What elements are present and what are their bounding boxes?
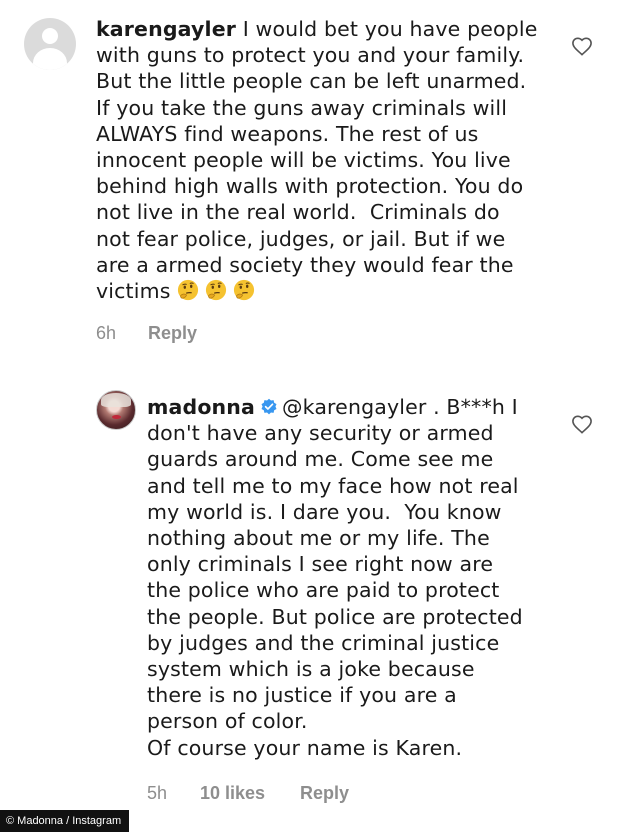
comment-time: 6h xyxy=(96,323,117,343)
comment-line: with guns to protect you and your family… xyxy=(96,43,525,68)
heart-outline-icon[interactable] xyxy=(571,36,593,56)
comment-line: victims xyxy=(96,279,171,304)
likes-count[interactable]: 10 likes xyxy=(200,783,265,804)
reply-line: and tell me to my face how not real xyxy=(147,473,519,498)
mention-link[interactable]: @karengayler xyxy=(282,395,426,419)
reply-line: system which is a joke because xyxy=(147,657,475,682)
image-credit-caption: © Madonna / Instagram xyxy=(0,810,130,832)
thinking-face-icon xyxy=(178,279,199,301)
reply-line: Of course your name is Karen. xyxy=(147,735,463,760)
comment-meta: 6h Reply xyxy=(96,323,296,347)
profile-photo-avatar[interactable] xyxy=(96,390,136,430)
reply-line: nothing about me or my life. The xyxy=(147,526,490,551)
reply-line: the people. But police are protected xyxy=(147,604,523,629)
reply-line: only criminals I see right now are xyxy=(147,552,494,577)
comment-line: not fear police, judges, or jail. But if… xyxy=(96,226,506,251)
reply-username[interactable]: madonna xyxy=(147,395,255,419)
reply-button[interactable]: Reply xyxy=(300,783,349,804)
reply-line: my world is. I dare you. You know xyxy=(147,499,502,524)
comment-username[interactable]: karengayler xyxy=(96,17,236,41)
comment-line: If you take the guns away criminals will xyxy=(96,95,508,120)
reply-line: the police who are paid to protect xyxy=(147,578,500,603)
thinking-face-icon xyxy=(206,279,227,301)
reply-button[interactable]: Reply xyxy=(148,323,197,344)
comment-line: behind high walls with protection. You d… xyxy=(96,174,524,199)
reply-line: there is no justice if you are a xyxy=(147,683,457,708)
comment-line: ALWAYS find weapons. The rest of us xyxy=(96,121,479,146)
verified-badge-icon xyxy=(261,398,277,415)
comment-line: innocent people will be victims. You liv… xyxy=(96,148,511,173)
reply-line: guards around me. Come see me xyxy=(147,447,494,472)
avatar-hair-shape xyxy=(101,393,131,407)
comment-line: not live in the real world. Criminals do xyxy=(96,200,500,225)
reply-line: person of color. xyxy=(147,709,308,734)
heart-outline-icon[interactable] xyxy=(571,414,593,434)
avatar-head-shape xyxy=(42,28,58,44)
comment-line: I would bet you have people xyxy=(242,17,538,41)
comment-line: are a armed society they would fear the xyxy=(96,252,514,277)
thinking-face-icon xyxy=(234,279,255,301)
comment-line: But the little people can be left unarme… xyxy=(96,69,527,94)
avatar-body-shape xyxy=(33,48,67,70)
reply-text: madonna @karengayler . B***h I don't have… xyxy=(147,394,523,761)
reply-line: . B***h I xyxy=(426,395,518,419)
avatar-lip-shape xyxy=(112,415,121,419)
reply-time: 5h xyxy=(147,783,168,803)
default-avatar-icon[interactable] xyxy=(24,18,76,70)
comment-text: karengayler I would bet you have people … xyxy=(96,16,538,304)
reply-meta: 5h 10 likes Reply xyxy=(147,783,447,807)
reply-line: by judges and the criminal justice xyxy=(147,630,500,655)
reply-line: don't have any security or armed xyxy=(147,421,494,446)
